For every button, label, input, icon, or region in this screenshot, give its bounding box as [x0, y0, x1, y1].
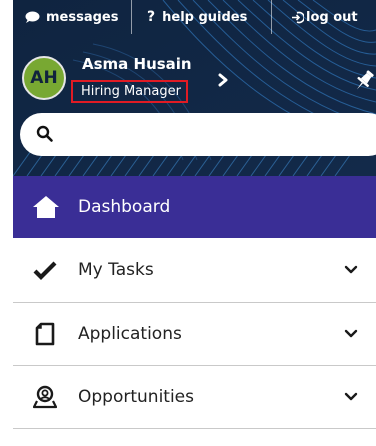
search-icon	[36, 125, 53, 142]
user-role: Hiring Manager	[71, 80, 188, 103]
user-name: Asma Husain	[82, 55, 192, 73]
document-icon	[35, 322, 55, 346]
chevron-down-icon	[344, 329, 358, 338]
nav-item-my-tasks[interactable]: My Tasks	[13, 238, 376, 302]
profile-banner: messages ? help guides log out AH Asma H…	[13, 0, 376, 176]
logout-icon	[292, 11, 304, 23]
nav-item-opportunities[interactable]: Opportunities	[13, 366, 376, 428]
home-icon	[33, 196, 59, 218]
nav-divider	[13, 428, 376, 429]
chevron-right-icon[interactable]	[214, 70, 232, 90]
chevron-down-icon	[344, 265, 358, 274]
avatar[interactable]: AH	[22, 56, 66, 100]
pin-icon[interactable]	[352, 68, 376, 94]
logout-label: log out	[306, 9, 358, 25]
help-guides-label: help guides	[162, 9, 248, 25]
topbar-divider	[131, 0, 132, 34]
messages-link[interactable]: messages	[25, 0, 118, 34]
checkmark-icon	[33, 261, 57, 280]
question-mark-icon: ?	[147, 9, 156, 25]
help-guides-link[interactable]: ? help guides	[147, 0, 247, 34]
app-root: messages ? help guides log out AH Asma H…	[13, 0, 376, 446]
nav-item-applications[interactable]: Applications	[13, 303, 376, 365]
top-bar: messages ? help guides log out	[13, 0, 376, 34]
nav-item-dashboard[interactable]: Dashboard	[13, 176, 376, 238]
search-input[interactable]	[64, 121, 364, 148]
nav-item-label: My Tasks	[78, 260, 154, 280]
search-box	[20, 113, 376, 156]
logout-link[interactable]: log out	[291, 0, 358, 34]
messages-label: messages	[46, 9, 119, 25]
nav-item-label: Opportunities	[78, 387, 194, 407]
chevron-down-icon	[344, 392, 358, 401]
topbar-divider	[271, 0, 272, 34]
chat-bubble-icon	[25, 11, 40, 23]
nav-item-label: Dashboard	[78, 197, 171, 217]
nav-item-label: Applications	[78, 324, 182, 344]
person-badge-icon	[33, 385, 57, 409]
